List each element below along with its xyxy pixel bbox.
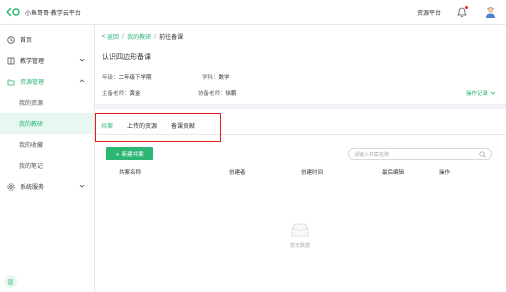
empty-state-text: 暂无数据 bbox=[289, 243, 310, 249]
lead-teacher-value: 黄金 bbox=[129, 91, 141, 97]
breadcrumb: < 返回 / 我的教研 / 前往备课 bbox=[101, 32, 183, 41]
search-icon[interactable] bbox=[479, 151, 486, 158]
subject-info: 学科：数学 bbox=[202, 73, 230, 81]
app-logo-icon[interactable] bbox=[6, 7, 20, 17]
breadcrumb-current: 前往备课 bbox=[159, 34, 184, 41]
breadcrumb-separator: / bbox=[154, 33, 157, 40]
sidebar-item-my-resources[interactable]: 我的资源 bbox=[0, 92, 94, 113]
sidebar-item-my-research[interactable]: 我的教研 bbox=[0, 113, 94, 134]
gear-icon bbox=[7, 182, 15, 191]
table-header: 共案名称 创建者 创建时间 最后编辑 操作 bbox=[95, 165, 506, 178]
lead-teacher-label: 主备老师： bbox=[102, 91, 130, 97]
lead-teacher-info: 主备老师：黄金 bbox=[102, 89, 141, 97]
sidebar-item-label: 教学管理 bbox=[20, 58, 45, 65]
sidebar-item-my-favorites[interactable]: 我的收藏 bbox=[0, 134, 94, 155]
app-title: 小鱼哥哥·教学云平台 bbox=[25, 9, 81, 17]
new-shared-plan-button[interactable]: + 新建共案 bbox=[106, 147, 153, 160]
resource-platform-link[interactable]: 资源平台 bbox=[417, 8, 441, 17]
grade-value: 二年级下学期 bbox=[118, 75, 152, 81]
empty-inbox-icon bbox=[291, 223, 309, 237]
column-header-actions: 操作 bbox=[439, 169, 451, 176]
tabs-highlight-box bbox=[95, 113, 221, 142]
sidebar-item-system[interactable]: 系统服务 bbox=[0, 176, 94, 197]
subject-value: 数学 bbox=[218, 75, 230, 81]
empty-state: 暂无数据 bbox=[275, 223, 325, 249]
book-icon bbox=[7, 57, 15, 65]
sidebar-item-label: 资源管理 bbox=[20, 79, 45, 86]
collapse-sidebar-icon[interactable] bbox=[4, 275, 17, 288]
column-header-created-time: 创建时间 bbox=[301, 169, 324, 176]
operation-log-label: 操作记录 bbox=[465, 91, 488, 97]
breadcrumb-parent[interactable]: 我的教研 bbox=[127, 32, 151, 41]
clock-icon bbox=[7, 35, 15, 44]
column-header-name: 共案名称 bbox=[119, 169, 142, 176]
subject-label: 学科： bbox=[202, 75, 219, 81]
sidebar-item-my-notes[interactable]: 我的笔记 bbox=[0, 155, 94, 176]
chevron-up-icon bbox=[79, 78, 85, 84]
chevron-down-icon bbox=[490, 91, 496, 95]
back-chevron-icon[interactable]: < bbox=[101, 33, 106, 40]
sidebar-item-label: 系统服务 bbox=[20, 184, 45, 191]
sidebar-item-teaching[interactable]: 教学管理 bbox=[0, 50, 94, 71]
sidebar-item-label: 首页 bbox=[20, 37, 33, 44]
folder-icon bbox=[7, 78, 15, 86]
chevron-down-icon bbox=[79, 57, 85, 63]
sidebar: 首页 教学管理 资源管理 我的资源 我的教研 我的收藏 我的笔记 系统服务 bbox=[0, 25, 95, 292]
section-divider bbox=[95, 104, 506, 109]
co-teacher-label: 协备老师： bbox=[198, 91, 226, 97]
page-title: 认识四边形备课 bbox=[102, 53, 151, 61]
co-teacher-value: 徐鹏 bbox=[225, 91, 237, 97]
chevron-down-icon bbox=[79, 183, 85, 189]
column-header-last-edit: 最后编辑 bbox=[382, 169, 405, 176]
notification-badge bbox=[465, 5, 468, 9]
grade-info: 年级：二年级下学期 bbox=[102, 73, 152, 81]
sidebar-item-resources[interactable]: 资源管理 bbox=[0, 71, 94, 92]
sidebar-item-home[interactable]: 首页 bbox=[0, 29, 94, 50]
search-input[interactable]: 请输入共案名称 bbox=[348, 148, 492, 160]
user-avatar[interactable] bbox=[485, 6, 496, 18]
column-header-creator: 创建者 bbox=[229, 169, 246, 176]
main-content: < 返回 / 我的教研 / 前往备课 认识四边形备课 年级：二年级下学期 学科：… bbox=[95, 25, 506, 292]
breadcrumb-back[interactable]: 返回 bbox=[107, 32, 119, 41]
operation-log-link[interactable]: 操作记录 bbox=[466, 89, 496, 97]
breadcrumb-separator: / bbox=[122, 33, 125, 40]
top-bar: 小鱼哥哥·教学云平台 资源平台 bbox=[0, 0, 506, 25]
search-placeholder: 请输入共案名称 bbox=[354, 151, 390, 158]
notification-bell-icon[interactable] bbox=[457, 5, 468, 18]
co-teacher-info: 协备老师：徐鹏 bbox=[198, 89, 237, 97]
grade-label: 年级： bbox=[102, 75, 119, 81]
